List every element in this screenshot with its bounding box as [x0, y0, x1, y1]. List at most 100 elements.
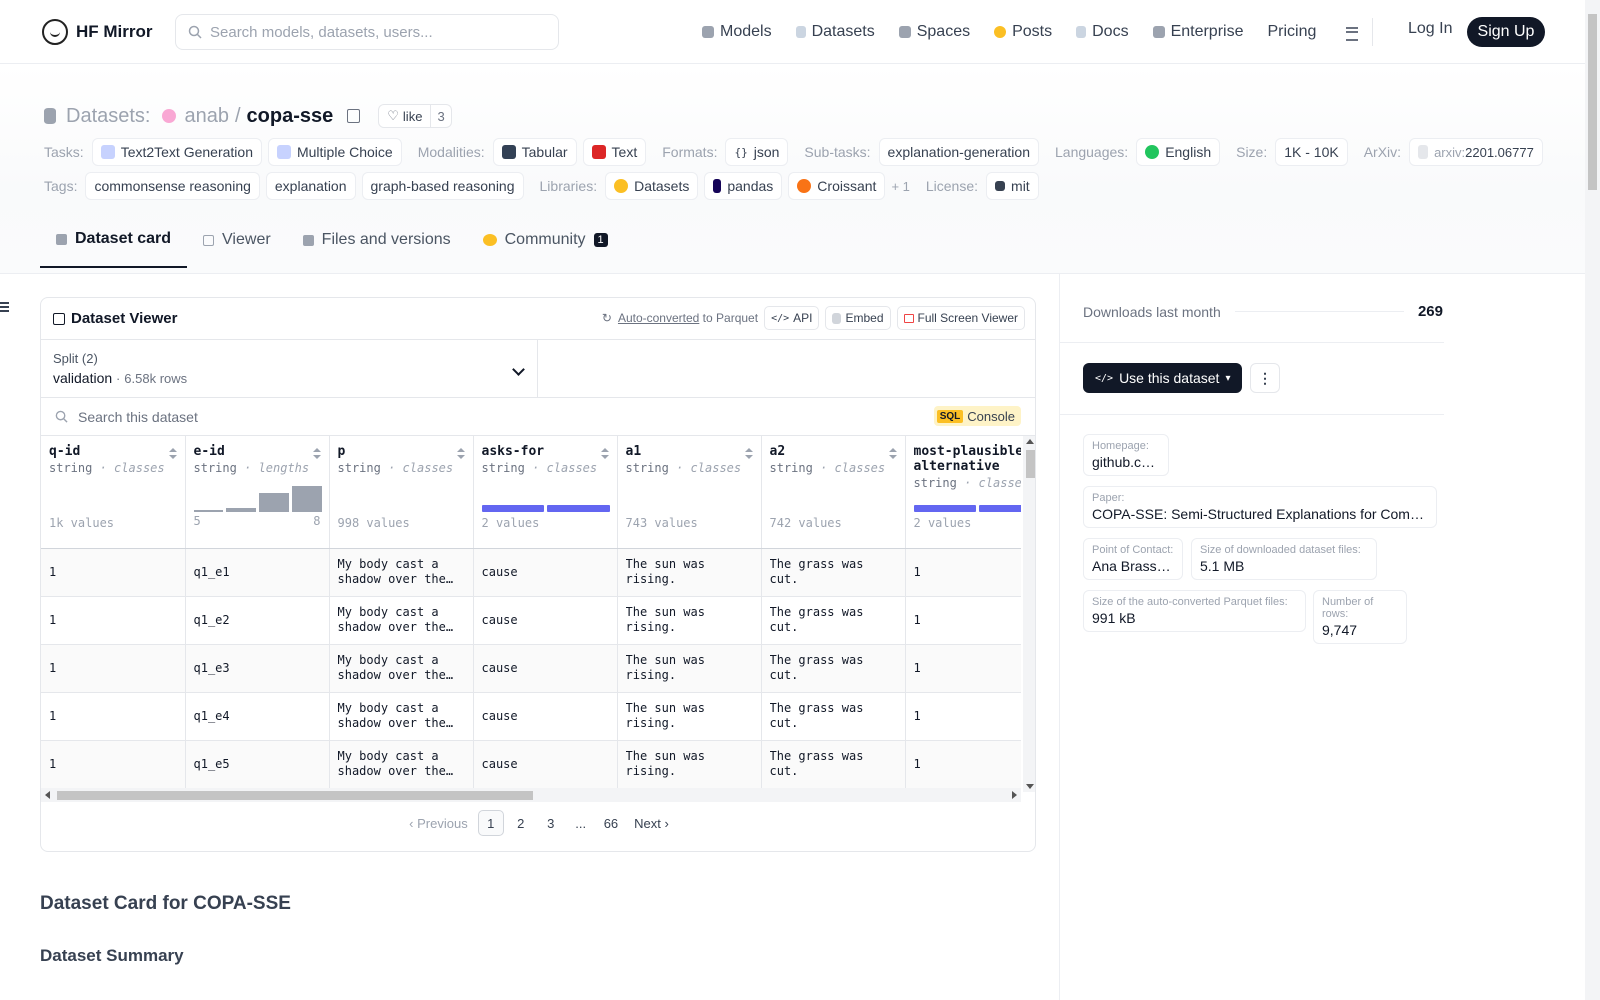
table-cell[interactable]: 1 [905, 692, 1021, 741]
sort-icon[interactable] [456, 448, 465, 460]
language-chip[interactable]: English [1136, 138, 1221, 166]
table-cell[interactable]: The sun was rising. [617, 740, 762, 789]
scroll-thumb[interactable] [1026, 450, 1035, 478]
login-link[interactable]: Log In [1408, 20, 1452, 38]
nav-posts[interactable]: Posts [994, 18, 1052, 46]
embed-button[interactable]: Embed [825, 306, 891, 330]
scroll-thumb[interactable] [57, 791, 533, 800]
prev-page-button[interactable]: ‹ Previous [403, 810, 474, 836]
table-cell[interactable]: The sun was rising. [617, 644, 762, 693]
arxiv-chip[interactable]: arxiv: 2201.06777 [1409, 138, 1543, 166]
home-logo[interactable]: HF Mirror [42, 19, 153, 45]
tab-viewer[interactable]: Viewer [187, 226, 287, 268]
table-cell[interactable]: cause [473, 644, 618, 693]
column-header[interactable]: a1 string · classes 743 values [617, 436, 762, 549]
size-chip[interactable]: 1K - 10K [1275, 138, 1348, 166]
table-cell[interactable]: 1 [41, 644, 186, 693]
column-header[interactable]: asks-for string · classes 2 values [473, 436, 618, 549]
table-cell[interactable]: 1 [905, 740, 1021, 789]
paper-card[interactable]: Paper: COPA-SSE: Semi-Structured Explanat… [1083, 486, 1437, 528]
fullscreen-button[interactable]: Full Screen Viewer [896, 306, 1025, 330]
table-cell[interactable]: q1_e1 [185, 548, 330, 597]
table-cell[interactable]: My body cast a shadow over the grass. [329, 692, 474, 741]
datasets-breadcrumb[interactable]: Datasets: [66, 105, 150, 128]
sort-icon[interactable] [168, 448, 177, 460]
table-vertical-scrollbar[interactable] [1023, 436, 1035, 792]
table-row[interactable]: 1 q1_e4 My body cast a shadow over the gra… [41, 692, 1021, 741]
nav-docs[interactable]: Docs [1076, 18, 1129, 46]
nav-models[interactable]: Models [702, 18, 772, 46]
global-search-input[interactable]: Search models, datasets, users... [175, 14, 559, 50]
page-scrollbar[interactable] [1585, 0, 1600, 1000]
autoconverted-link[interactable]: Auto-converted to Parquet [618, 311, 758, 325]
tag-chip[interactable]: explanation [265, 172, 356, 200]
modality-chip[interactable]: Tabular [492, 138, 577, 166]
copy-icon[interactable] [347, 109, 361, 123]
table-cell[interactable]: The sun was rising. [617, 692, 762, 741]
table-cell[interactable]: 1 [905, 644, 1021, 693]
table-cell[interactable]: My body cast a shadow over the grass. [329, 644, 474, 693]
page-3-button[interactable]: 3 [538, 810, 564, 836]
signup-button[interactable]: Sign Up [1467, 17, 1545, 47]
dataset-search-input[interactable]: Search this dataset SQL Console [41, 398, 1035, 436]
table-cell[interactable]: The sun was rising. [617, 548, 762, 597]
table-cell[interactable]: The grass was cut. [761, 548, 906, 597]
table-cell[interactable]: cause [473, 740, 618, 789]
page-1-button[interactable]: 1 [477, 810, 504, 836]
page-2-button[interactable]: 2 [508, 810, 534, 836]
api-button[interactable]: </> API [764, 306, 820, 330]
column-header[interactable]: q-id string · classes 1k values [41, 436, 186, 549]
tab-dataset-card[interactable]: Dataset card [40, 226, 188, 268]
table-cell[interactable]: q1_e3 [185, 644, 330, 693]
table-cell[interactable]: My body cast a shadow over the grass. [329, 740, 474, 789]
library-chip[interactable]: Croissant [788, 172, 886, 200]
tab-community[interactable]: Community 1 [467, 226, 624, 268]
sort-icon[interactable] [600, 448, 609, 460]
page-scroll-thumb[interactable] [1588, 14, 1597, 190]
contact-card[interactable]: Point of Contact: Ana Brassard [1083, 538, 1183, 580]
table-cell[interactable]: cause [473, 548, 618, 597]
next-page-button[interactable]: Next › [628, 810, 675, 836]
table-horizontal-scrollbar[interactable] [41, 788, 1021, 802]
nav-spaces[interactable]: Spaces [898, 18, 970, 46]
table-cell[interactable]: q1_e5 [185, 740, 330, 789]
table-cell[interactable]: 1 [41, 692, 186, 741]
nav-datasets[interactable]: Datasets [795, 18, 875, 46]
table-cell[interactable]: 1 [905, 596, 1021, 645]
table-cell[interactable]: 1 [905, 548, 1021, 597]
column-header[interactable]: a2 string · classes 742 values [761, 436, 906, 549]
table-cell[interactable]: q1_e4 [185, 692, 330, 741]
table-row[interactable]: 1 q1_e5 My body cast a shadow over the gra… [41, 740, 1021, 789]
homepage-card[interactable]: Homepage: github.com [1083, 434, 1169, 476]
table-cell[interactable]: The sun was rising. [617, 596, 762, 645]
tag-chip[interactable]: commonsense reasoning [85, 172, 260, 200]
column-header[interactable]: p string · classes 998 values [329, 436, 474, 549]
library-chip[interactable]: Datasets [605, 172, 699, 200]
table-row[interactable]: 1 q1_e1 My body cast a shadow over the gra… [41, 548, 1021, 597]
nav-pricing[interactable]: Pricing [1267, 18, 1316, 46]
table-row[interactable]: 1 q1_e2 My body cast a shadow over the gra… [41, 596, 1021, 645]
like-button[interactable]: ♡ like 3 [378, 104, 452, 128]
sort-icon[interactable] [888, 448, 897, 460]
table-cell[interactable]: The grass was cut. [761, 692, 906, 741]
subtask-chip[interactable]: explanation-generation [878, 138, 1039, 166]
nav-enterprise[interactable]: Enterprise [1152, 18, 1243, 46]
more-options-button[interactable]: ⋮ [1250, 363, 1280, 393]
tag-chip[interactable]: graph-based reasoning [361, 172, 524, 200]
format-chip[interactable]: {} json [725, 138, 789, 166]
task-chip[interactable]: Text2Text Generation [91, 138, 262, 166]
table-cell[interactable]: q1_e2 [185, 596, 330, 645]
column-header[interactable]: most-plausible-alternative string · class… [905, 436, 1021, 549]
table-cell[interactable]: The grass was cut. [761, 596, 906, 645]
sort-icon[interactable] [312, 448, 321, 460]
split-selector[interactable]: Split (2) validation · 6.58k rows [41, 340, 538, 397]
license-chip[interactable]: mit [986, 172, 1039, 200]
table-cell[interactable]: My body cast a shadow over the grass. [329, 596, 474, 645]
use-dataset-button[interactable]: </> Use this dataset ▾ [1083, 363, 1243, 393]
nav-more-menu[interactable] [1340, 18, 1360, 46]
toc-toggle-icon[interactable] [0, 302, 9, 312]
library-chip[interactable]: pandas [704, 172, 783, 200]
owner-link[interactable]: anab [184, 105, 229, 128]
table-cell[interactable]: 1 [41, 596, 186, 645]
page-66-button[interactable]: 66 [598, 810, 624, 836]
